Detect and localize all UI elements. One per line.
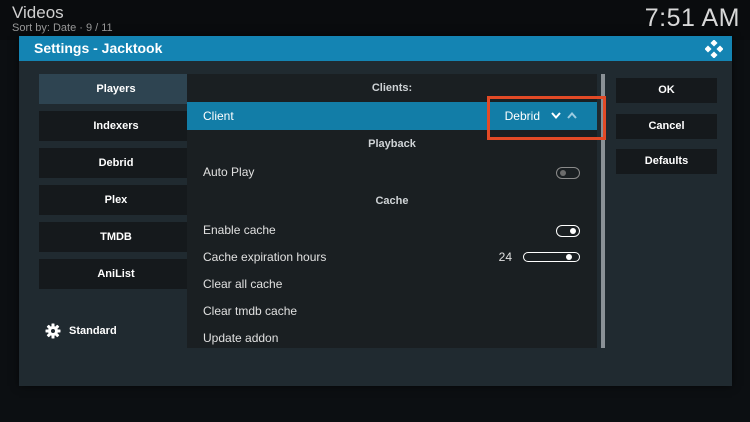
gear-icon <box>45 323 61 339</box>
category-debrid[interactable]: Debrid <box>39 148 193 178</box>
category-indexers[interactable]: Indexers <box>39 111 193 141</box>
cancel-button[interactable]: Cancel <box>616 114 717 139</box>
kodi-logo-icon <box>705 40 723 58</box>
dialog-title: Settings - Jacktook <box>34 40 163 56</box>
setting-enable-cache-label: Enable cache <box>203 223 276 237</box>
setting-auto-play-label: Auto Play <box>203 165 255 179</box>
enable-cache-toggle[interactable] <box>556 225 580 237</box>
setting-cache-expiration[interactable]: Cache expiration hours 24 <box>187 243 597 271</box>
setting-cache-expiration-label: Cache expiration hours <box>203 250 327 264</box>
setting-clear-tmdb-cache-label: Clear tmdb cache <box>203 304 298 318</box>
cache-expiration-value: 24 <box>498 250 512 264</box>
auto-play-toggle[interactable] <box>556 167 580 179</box>
setting-client-label: Client <box>203 109 234 123</box>
category-anilist[interactable]: AniList <box>39 259 193 289</box>
setting-update-addon-label: Update addon <box>203 331 279 345</box>
clock: 7:51 AM <box>644 4 740 32</box>
sort-info: Sort by: Date · 9 / 11 <box>12 22 113 34</box>
settings-dialog: Settings - Jacktook Players Indexers Deb… <box>19 36 732 386</box>
cache-expiration-slider[interactable] <box>523 252 580 262</box>
defaults-button[interactable]: Defaults <box>616 149 717 174</box>
settings-level-label: Standard <box>69 325 117 337</box>
ok-button[interactable]: OK <box>616 78 717 103</box>
annotation-highlight-box <box>487 96 606 140</box>
background-header: Videos Sort by: Date · 9 / 11 7:51 AM <box>0 0 750 40</box>
setting-clear-all-cache-label: Clear all cache <box>203 277 283 291</box>
setting-update-addon[interactable]: Update addon <box>187 324 597 348</box>
window-title: Videos <box>12 3 64 22</box>
category-plex[interactable]: Plex <box>39 185 193 215</box>
setting-clear-all-cache[interactable]: Clear all cache <box>187 270 597 298</box>
setting-enable-cache[interactable]: Enable cache <box>187 216 597 244</box>
dialog-titlebar: Settings - Jacktook <box>19 36 732 61</box>
category-players[interactable]: Players <box>39 74 193 104</box>
setting-clear-tmdb-cache[interactable]: Clear tmdb cache <box>187 297 597 325</box>
section-header-cache: Cache <box>375 195 409 207</box>
category-tmdb[interactable]: TMDB <box>39 222 193 252</box>
setting-auto-play[interactable]: Auto Play <box>187 158 597 186</box>
